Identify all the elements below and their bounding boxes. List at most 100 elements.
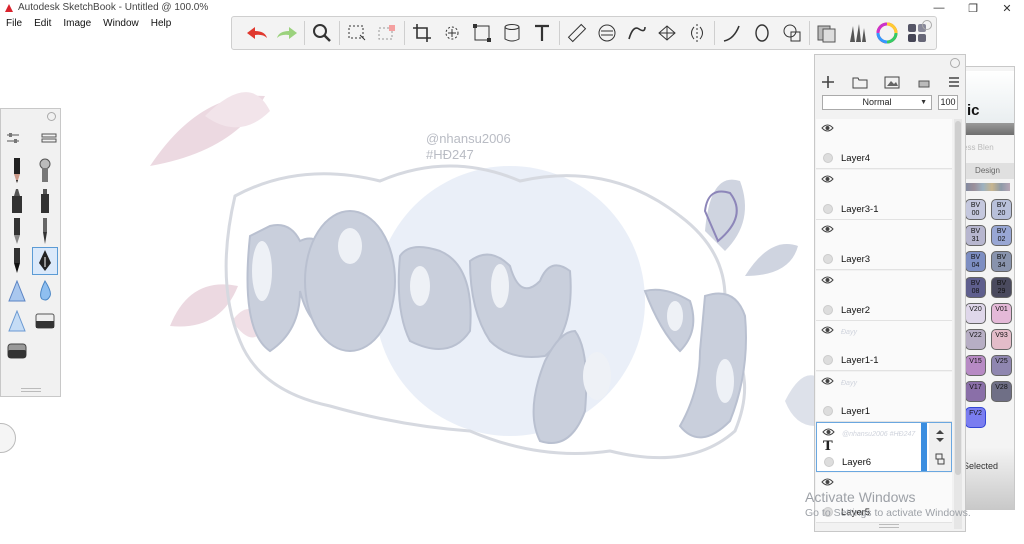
brush-palette-close-icon[interactable] [47, 112, 56, 121]
eye-visibility-icon[interactable] [821, 376, 834, 386]
distort-button[interactable] [467, 18, 497, 48]
minimize-button[interactable]: — [922, 0, 956, 16]
menu-edit[interactable]: Edit [28, 17, 57, 31]
brush-airbrush[interactable] [32, 157, 58, 185]
menu-window[interactable]: Window [97, 17, 145, 31]
ruler-button[interactable] [562, 18, 592, 48]
crop-button[interactable] [407, 18, 437, 48]
layer-list-scrollbar[interactable] [954, 119, 962, 529]
text-button[interactable] [527, 18, 557, 48]
eye-visibility-icon[interactable] [822, 427, 835, 437]
layer-lock-toggle[interactable] [823, 405, 833, 416]
copic-swatch[interactable]: BV 20 [991, 199, 1012, 220]
blend-mode-select[interactable]: Normal ▼ [822, 95, 932, 110]
brush-palette-grip[interactable] [21, 388, 41, 392]
brush-fine-pen[interactable] [32, 217, 58, 245]
brush-pencil[interactable] [4, 157, 30, 185]
lasso-select-button[interactable] [372, 18, 402, 48]
copic-swatch[interactable]: BV 08 [965, 277, 986, 298]
eye-visibility-icon[interactable] [821, 275, 834, 285]
eye-visibility-icon[interactable] [821, 477, 834, 487]
brush-calligraphy-selected[interactable] [32, 247, 58, 275]
layer-row[interactable]: Layer3-1 [816, 169, 952, 220]
brush-soft-triangle[interactable] [4, 307, 30, 335]
symmetry-button[interactable] [682, 18, 712, 48]
brush-library-small-icon[interactable] [41, 131, 57, 145]
copic-swatch[interactable]: V93 [991, 329, 1012, 350]
brush-properties-icon[interactable] [5, 131, 21, 145]
copic-swatch[interactable]: BV 31 [965, 225, 986, 246]
layer-lock-toggle[interactable] [824, 457, 834, 467]
brush-ink-pen[interactable] [4, 247, 30, 275]
zoom-button[interactable] [307, 18, 337, 48]
copic-swatch[interactable]: FV2 [965, 407, 986, 428]
close-button[interactable]: ✕ [990, 0, 1024, 16]
copic-swatch[interactable]: V22 [965, 329, 986, 350]
redo-button[interactable] [272, 18, 302, 48]
french-curve-button[interactable] [622, 18, 652, 48]
add-layer-icon[interactable] [821, 75, 835, 89]
merge-layer-icon[interactable] [917, 75, 931, 89]
brush-water-drop[interactable] [32, 277, 58, 305]
layer-row[interactable]: Layer4 [816, 119, 952, 169]
opacity-input[interactable]: 100 [938, 95, 958, 110]
copic-swatch[interactable]: V01 [991, 303, 1012, 324]
shape-button[interactable] [777, 18, 807, 48]
layer-link-icon[interactable] [934, 453, 946, 465]
layer-row[interactable]: Layer2 [816, 270, 952, 321]
layer-row[interactable]: Đayy Layer1 [816, 371, 952, 422]
layer-menu-icon[interactable] [947, 75, 961, 89]
color-wheel-button[interactable] [872, 18, 902, 48]
layer-lock-toggle[interactable] [823, 304, 833, 315]
copic-swatch[interactable]: BV 29 [991, 277, 1012, 298]
copic-swatch[interactable]: BV 34 [991, 251, 1012, 272]
eye-visibility-icon[interactable] [821, 123, 834, 133]
menu-help[interactable]: Help [145, 17, 178, 31]
copic-library-button[interactable] [812, 18, 842, 48]
copic-swatch[interactable]: BV 04 [965, 251, 986, 272]
brush-felt-pen[interactable] [32, 187, 58, 215]
layer-lock-toggle[interactable] [823, 153, 833, 163]
stroke-button[interactable] [717, 18, 747, 48]
ellipse-button[interactable] [747, 18, 777, 48]
copic-design-tab[interactable]: Design [961, 163, 1014, 179]
layer-row[interactable]: Layer3 [816, 220, 952, 270]
copic-swatch[interactable]: V25 [991, 355, 1012, 376]
layer-lock-toggle[interactable] [823, 355, 833, 365]
layer-row[interactable]: @nhansu2006 #HĐ247 Layer6 T [816, 422, 952, 472]
copic-swatch[interactable]: BV 02 [991, 225, 1012, 246]
eye-visibility-icon[interactable] [821, 325, 834, 335]
copic-swatch[interactable]: V20 [965, 303, 986, 324]
brush-smudge[interactable] [4, 337, 30, 365]
menu-image[interactable]: Image [57, 17, 97, 31]
brush-ballpoint[interactable] [4, 217, 30, 245]
layer-panel-close-icon[interactable] [950, 58, 960, 68]
layer-move-icon[interactable] [933, 429, 947, 443]
move-rotate-button[interactable] [437, 18, 467, 48]
fill-button[interactable] [497, 18, 527, 48]
menu-file[interactable]: File [0, 17, 28, 31]
copic-swatch[interactable]: BV 00 [965, 199, 986, 220]
layer-row[interactable]: Đayy Layer1-1 [816, 321, 952, 371]
rect-select-button[interactable] [342, 18, 372, 48]
copic-color-strip[interactable] [965, 183, 1010, 191]
brush-eraser[interactable] [32, 307, 58, 335]
layer-panel-grip[interactable] [879, 524, 899, 528]
brush-marker[interactable] [4, 187, 30, 215]
add-group-folder-icon[interactable] [852, 75, 868, 89]
toolbar-close-icon[interactable] [922, 20, 932, 30]
eye-visibility-icon[interactable] [821, 224, 834, 234]
add-image-icon[interactable] [884, 75, 900, 89]
copic-swatch[interactable]: V17 [965, 381, 986, 402]
brush-library-button[interactable] [842, 18, 872, 48]
perspective-button[interactable] [652, 18, 682, 48]
ellipse-guide-button[interactable] [592, 18, 622, 48]
layer-lock-toggle[interactable] [823, 203, 833, 214]
layer-lock-toggle[interactable] [823, 254, 833, 264]
maximize-button[interactable]: ❐ [956, 0, 990, 16]
undo-button[interactable] [242, 18, 272, 48]
copic-swatch[interactable]: V28 [991, 381, 1012, 402]
eye-visibility-icon[interactable] [821, 174, 834, 184]
copic-swatch[interactable]: V15 [965, 355, 986, 376]
brush-eraser-hard[interactable] [4, 277, 30, 305]
